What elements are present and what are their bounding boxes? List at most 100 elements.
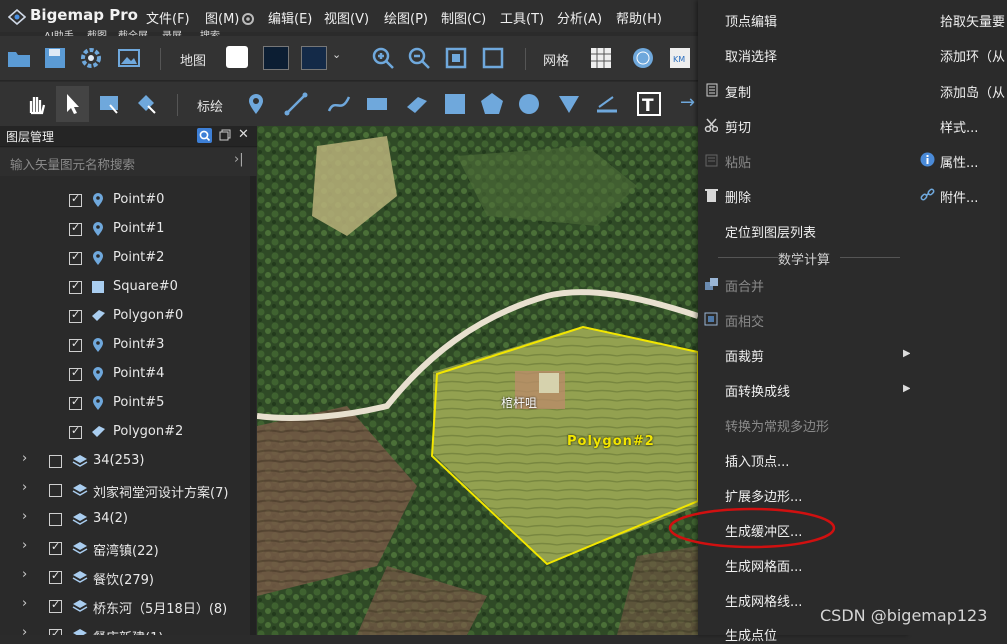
rectangle-icon[interactable] <box>364 91 390 117</box>
menu-locate-in-layer-list[interactable]: 定位到图层列表 <box>725 222 816 241</box>
collapse-panel-icon[interactable]: ›| <box>234 152 244 167</box>
blank-map-button[interactable] <box>226 46 248 68</box>
shape-edit-icon[interactable] <box>133 91 159 117</box>
search-icon[interactable] <box>197 128 212 143</box>
menu-pick-vector[interactable]: 拾取矢量要 <box>940 11 1005 30</box>
square-icon[interactable] <box>442 91 468 117</box>
chevron-right-icon[interactable]: › <box>22 625 27 635</box>
image-select-icon[interactable] <box>96 91 122 117</box>
open-folder-icon[interactable] <box>6 45 32 71</box>
chevron-right-icon[interactable]: › <box>22 538 27 553</box>
menu-polygon-clip[interactable]: 面裁剪 <box>725 346 764 365</box>
layer-group-row[interactable]: › 餐饮(279) <box>0 563 250 592</box>
menu-paste[interactable]: 粘贴 <box>725 152 751 171</box>
layer-checkbox[interactable] <box>49 540 62 555</box>
menu-view[interactable]: 视图(V) <box>324 8 369 27</box>
layer-row[interactable]: Point#4 <box>0 360 250 389</box>
layer-checkbox[interactable] <box>49 569 62 584</box>
layer-row[interactable]: Polygon#0 <box>0 302 250 331</box>
menu-draw[interactable]: 绘图(P) <box>384 8 428 27</box>
layer-checkbox[interactable] <box>69 221 82 236</box>
layer-row[interactable]: Point#0 <box>0 186 250 215</box>
menu-polygon-intersect[interactable]: 面相交 <box>725 311 764 330</box>
menu-insert-vertex[interactable]: 插入顶点... <box>725 451 789 470</box>
km-grid-icon[interactable]: KM <box>667 45 693 71</box>
layer-row[interactable]: Point#2 <box>0 244 250 273</box>
layer-group-row[interactable]: › 34(2) <box>0 505 250 534</box>
menu-tools[interactable]: 工具(T) <box>500 8 544 27</box>
text-tool-icon[interactable]: T <box>636 91 662 117</box>
chevron-right-icon[interactable]: › <box>22 596 27 611</box>
menu-copy[interactable]: 复制 <box>725 82 751 101</box>
gear-icon[interactable] <box>78 45 104 71</box>
menu-file[interactable]: 文件(F) <box>146 8 190 27</box>
arrow-tool-icon[interactable]: → <box>680 92 695 113</box>
select-arrow-icon[interactable] <box>59 91 85 117</box>
lnglat-grid-icon[interactable] <box>630 45 656 71</box>
marker-icon[interactable] <box>243 91 269 117</box>
pentagon-icon[interactable] <box>479 91 505 117</box>
layer-checkbox[interactable] <box>49 598 62 613</box>
layer-row[interactable]: Point#5 <box>0 389 250 418</box>
menu-style[interactable]: 样式... <box>940 117 978 136</box>
menu-add-island[interactable]: 添加岛（从 <box>940 82 1005 101</box>
close-icon[interactable]: ✕ <box>238 127 249 142</box>
layer-checkbox[interactable] <box>49 455 62 468</box>
menu-generate-grid-polygon[interactable]: 生成网格面... <box>725 556 802 575</box>
menu-delete[interactable]: 删除 <box>725 187 751 206</box>
layer-checkbox[interactable] <box>49 513 62 526</box>
polygon-2-shape[interactable] <box>257 126 698 635</box>
layer-checkbox[interactable] <box>69 395 82 410</box>
layer-row[interactable]: Point#3 <box>0 331 250 360</box>
fullscreen-icon[interactable] <box>480 45 506 71</box>
grid-icon[interactable] <box>588 45 614 71</box>
zoom-extent-icon[interactable] <box>443 45 469 71</box>
menu-expand-polygon[interactable]: 扩展多边形... <box>725 486 802 505</box>
zoom-out-icon[interactable] <box>406 45 432 71</box>
menu-analysis[interactable]: 分析(A) <box>557 8 602 27</box>
save-icon[interactable] <box>42 45 68 71</box>
freehand-polygon-icon[interactable] <box>404 91 430 117</box>
chevron-right-icon[interactable]: › <box>22 509 27 524</box>
chevron-right-icon[interactable]: › <box>22 567 27 582</box>
zoom-in-icon[interactable] <box>370 45 396 71</box>
layer-row[interactable]: Point#1 <box>0 215 250 244</box>
menu-properties[interactable]: 属性... <box>940 152 978 171</box>
layer-group-row[interactable]: › 刘家祠堂河设计方案(7) <box>0 476 250 505</box>
menu-attachments[interactable]: 附件... <box>940 187 978 206</box>
menu-cartography[interactable]: 制图(C) <box>441 8 486 27</box>
settings-gear-icon[interactable] <box>240 11 256 27</box>
layer-panel-scrollbar[interactable] <box>250 176 256 635</box>
hybrid-map-button[interactable] <box>301 46 327 70</box>
menu-vertex-edit[interactable]: 顶点编辑 <box>725 11 777 30</box>
layer-group-row[interactable]: › 34(253) <box>0 447 250 476</box>
layer-group-row[interactable]: › 窑湾镇(22) <box>0 534 250 563</box>
menu-convert-regular-polygon[interactable]: 转换为常规多边形 <box>725 416 829 435</box>
layer-checkbox[interactable] <box>69 308 82 323</box>
layer-checkbox[interactable] <box>49 484 62 497</box>
menu-add-ring[interactable]: 添加环（从 <box>940 46 1005 65</box>
menu-polygon-merge[interactable]: 面合并 <box>725 276 764 295</box>
layer-row[interactable]: Square#0 <box>0 273 250 302</box>
layer-checkbox[interactable] <box>49 627 62 635</box>
layer-group-row[interactable]: › 桥东河（5月18日）(8) <box>0 592 250 621</box>
menu-deselect[interactable]: 取消选择 <box>725 46 777 65</box>
layer-row[interactable]: Polygon#2 <box>0 418 250 447</box>
menu-cut[interactable]: 剪切 <box>725 117 751 136</box>
pan-hand-icon[interactable] <box>23 91 49 117</box>
satellite-map-button[interactable] <box>263 46 289 70</box>
map-view[interactable]: 棺杆咀 Polygon#2 <box>257 126 698 635</box>
chevron-down-icon[interactable]: ⌄ <box>332 48 341 61</box>
chevron-right-icon[interactable]: › <box>22 480 27 495</box>
layer-checkbox[interactable] <box>69 366 82 381</box>
polyline-icon[interactable] <box>283 91 309 117</box>
image-export-icon[interactable] <box>116 45 142 71</box>
curve-icon[interactable] <box>326 91 352 117</box>
chevron-right-icon[interactable]: › <box>22 451 27 466</box>
circle-icon[interactable] <box>516 91 542 117</box>
menu-generate-grid-line[interactable]: 生成网格线... <box>725 591 802 610</box>
layer-checkbox[interactable] <box>69 424 82 439</box>
menu-help[interactable]: 帮助(H) <box>616 8 662 27</box>
layer-group-row[interactable]: › 餐店新建(1) <box>0 621 250 635</box>
restore-window-icon[interactable] <box>219 129 231 141</box>
